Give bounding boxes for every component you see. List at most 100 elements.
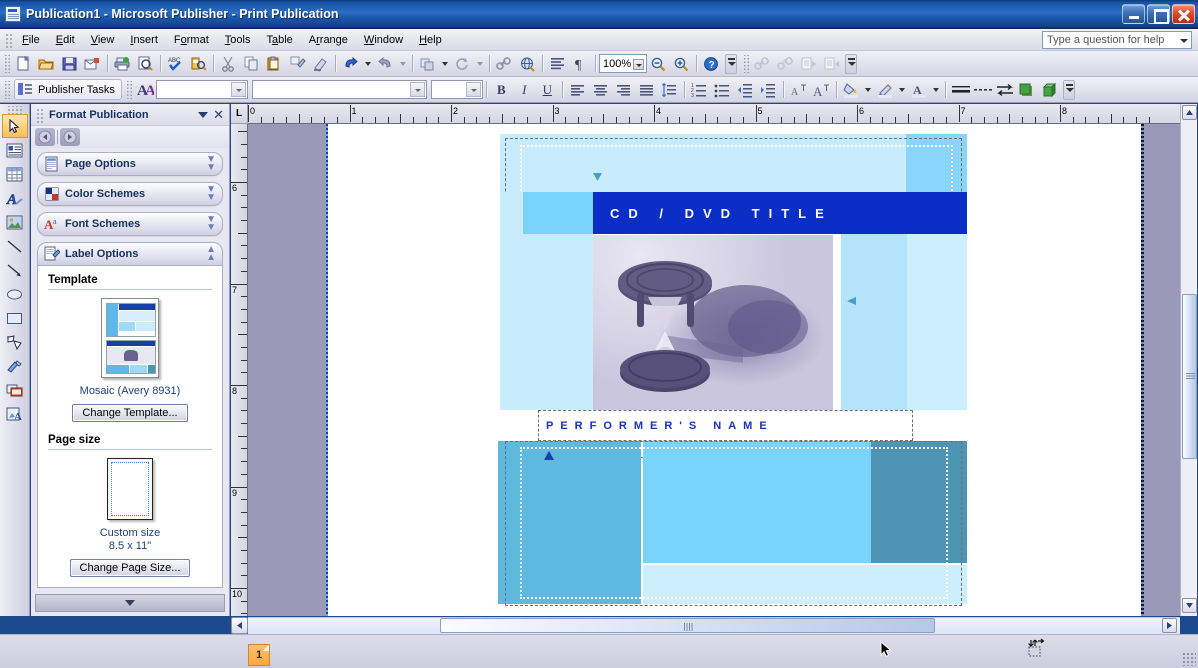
- bulleted-list-icon[interactable]: [711, 79, 734, 101]
- back-button[interactable]: [35, 128, 55, 146]
- line-spacing-icon[interactable]: [658, 79, 681, 101]
- chevron-down-icon[interactable]: [465, 82, 481, 97]
- design-gallery-icon[interactable]: [2, 354, 28, 378]
- close-icon[interactable]: ✕: [213, 108, 224, 121]
- menu-help[interactable]: Help: [411, 31, 450, 49]
- dash-style-icon[interactable]: [971, 79, 993, 101]
- styles-and-formatting-icon[interactable]: AA: [134, 79, 156, 100]
- help-icon[interactable]: ?: [700, 53, 723, 75]
- task-pane-grip[interactable]: [35, 106, 43, 123]
- format-painter-icon[interactable]: [286, 53, 309, 75]
- redo-dropdown-icon[interactable]: [397, 53, 409, 75]
- formatting-toolbar-overflow[interactable]: [1062, 79, 1075, 100]
- arrange-dropdown-icon[interactable]: [439, 53, 451, 75]
- menu-window[interactable]: Window: [356, 31, 411, 49]
- menu-format[interactable]: Format: [166, 31, 217, 49]
- arrow-style-icon[interactable]: [993, 79, 1015, 101]
- task-pane-scroll-down[interactable]: [35, 594, 225, 612]
- italic-button[interactable]: I: [513, 79, 536, 101]
- maximize-button[interactable]: [1147, 4, 1170, 24]
- show-formatting-marks-icon[interactable]: ¶: [569, 53, 592, 75]
- performer-name-text[interactable]: PERFORMER'S NAME: [546, 410, 906, 441]
- horizontal-scroll-thumb[interactable]: [440, 618, 935, 633]
- ask-a-question-box[interactable]: Type a question for help: [1042, 30, 1192, 49]
- mid-left-blue-tile[interactable]: [523, 234, 593, 410]
- autoshapes-icon[interactable]: [2, 330, 28, 354]
- text-box-icon[interactable]: [2, 138, 28, 162]
- arrow-tool-icon[interactable]: [2, 258, 28, 282]
- numbered-list-icon[interactable]: 123: [688, 79, 711, 101]
- shadow-style-icon[interactable]: [1015, 79, 1038, 101]
- insert-hyperlink-icon[interactable]: [493, 53, 516, 75]
- web-page-preview-icon[interactable]: [516, 53, 539, 75]
- scroll-right-icon[interactable]: [1162, 618, 1177, 633]
- oval-tool-icon[interactable]: [2, 282, 28, 306]
- close-button[interactable]: [1172, 4, 1195, 24]
- increase-indent-icon[interactable]: [757, 79, 780, 101]
- increase-font-size-icon[interactable]: A: [810, 79, 833, 101]
- rectangle-tool-icon[interactable]: [2, 306, 28, 330]
- horizontal-ruler[interactable]: 0 1 2 3 4 5 6 7 8: [248, 104, 1180, 124]
- publisher-tasks-grip[interactable]: [3, 80, 10, 99]
- special-characters-icon[interactable]: [546, 53, 569, 75]
- menu-tools[interactable]: Tools: [217, 31, 259, 49]
- section-color-schemes[interactable]: Color Schemes ▼ ▼: [37, 182, 223, 206]
- menubar-grip[interactable]: [4, 31, 12, 48]
- section-page-options[interactable]: Page Options ▼ ▼: [37, 152, 223, 176]
- menu-file[interactable]: File: [14, 31, 48, 49]
- line-color-icon[interactable]: [874, 79, 897, 101]
- forward-button[interactable]: [60, 128, 80, 146]
- scroll-down-icon[interactable]: [1182, 598, 1197, 613]
- new-publication-icon[interactable]: [12, 53, 35, 75]
- page-navigation-tab[interactable]: 1: [248, 644, 270, 666]
- menu-view[interactable]: View: [83, 31, 123, 49]
- cut-icon[interactable]: [217, 53, 240, 75]
- menu-insert[interactable]: Insert: [122, 31, 166, 49]
- connect-toolbar-grip[interactable]: [742, 54, 749, 73]
- paste-icon[interactable]: [263, 53, 286, 75]
- insert-table-icon[interactable]: [2, 162, 28, 186]
- formatting-toolbar-grip[interactable]: [124, 80, 132, 99]
- rotate-dropdown-icon[interactable]: [474, 53, 486, 75]
- vertical-scroll-thumb[interactable]: [1182, 294, 1197, 459]
- zoom-combo[interactable]: 100%: [599, 54, 647, 73]
- design-checker-icon[interactable]: [187, 53, 210, 75]
- menu-table[interactable]: Table: [258, 31, 300, 49]
- clear-formatting-icon[interactable]: [309, 53, 332, 75]
- change-page-size-button[interactable]: Change Page Size...: [69, 559, 191, 577]
- open-icon[interactable]: [35, 53, 58, 75]
- spelling-icon[interactable]: ABC: [164, 53, 187, 75]
- chevron-down-icon[interactable]: [230, 82, 246, 97]
- font-combo[interactable]: [251, 80, 427, 99]
- align-center-icon[interactable]: [589, 79, 612, 101]
- print-icon[interactable]: [111, 53, 134, 75]
- insert-design-icon[interactable]: A: [2, 402, 28, 426]
- standard-toolbar-grip[interactable]: [3, 54, 10, 73]
- item-from-content-library-icon[interactable]: [2, 378, 28, 402]
- change-template-button[interactable]: Change Template...: [72, 404, 188, 422]
- publisher-tasks-button[interactable]: Publisher Tasks: [14, 79, 122, 100]
- underline-button[interactable]: U: [536, 79, 559, 101]
- menu-arrange[interactable]: Arrange: [301, 31, 356, 49]
- fill-color-icon[interactable]: [840, 79, 863, 101]
- hourglass-photo[interactable]: [593, 235, 833, 411]
- redo-icon[interactable]: [374, 53, 397, 75]
- vertical-ruler[interactable]: 6 7 8 9 10: [231, 124, 248, 616]
- font-color-icon[interactable]: A: [908, 79, 931, 101]
- publication-canvas[interactable]: CD / DVD TITLE PERFORMER'S NAME: [248, 124, 1180, 616]
- object-position-icon[interactable]: [1025, 638, 1045, 661]
- minimize-button[interactable]: [1122, 4, 1145, 24]
- wordart-icon[interactable]: A: [2, 186, 28, 210]
- fill-color-dropdown-icon[interactable]: [863, 79, 874, 101]
- line-color-dropdown-icon[interactable]: [897, 79, 908, 101]
- chevron-down-icon[interactable]: [409, 82, 425, 97]
- justify-icon[interactable]: [635, 79, 658, 101]
- bring-to-front-icon[interactable]: [416, 53, 439, 75]
- line-style-icon[interactable]: [949, 79, 971, 101]
- zoom-in-icon[interactable]: [670, 53, 693, 75]
- standard-toolbar-overflow[interactable]: [725, 53, 737, 74]
- scroll-left-icon[interactable]: [231, 617, 248, 634]
- mid-far-right-tile[interactable]: [907, 234, 967, 410]
- title-row-left-tile[interactable]: [500, 192, 523, 234]
- copy-icon[interactable]: [240, 53, 263, 75]
